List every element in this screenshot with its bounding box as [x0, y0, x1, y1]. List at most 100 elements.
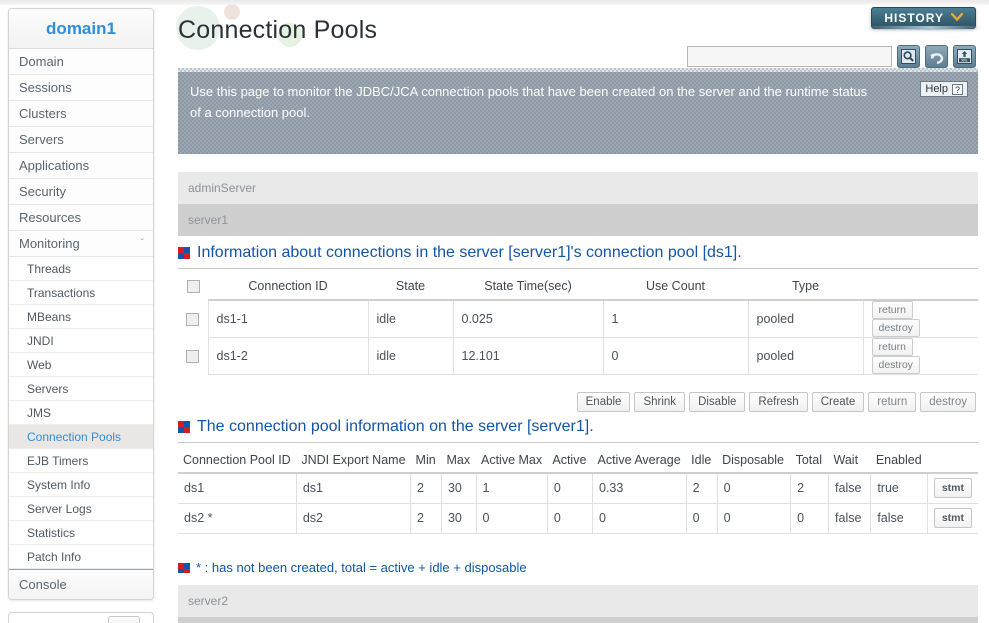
row-destroy-button[interactable]: destroy [871, 356, 920, 374]
section-heading-pool-info: The connection pool information on the s… [178, 418, 594, 436]
cell-active: 0 [546, 473, 594, 504]
column-header-total: Total [790, 447, 829, 474]
sidebar-item-label: Patch Info [27, 550, 82, 564]
refresh-icon[interactable] [925, 45, 948, 68]
server-section-server1[interactable]: server1 [178, 204, 978, 236]
sidebar-item-applications[interactable]: Applications [9, 153, 153, 179]
row-checkbox[interactable] [186, 312, 200, 326]
sidebar-item-statistics[interactable]: Statistics [9, 521, 153, 545]
section-divider [178, 442, 978, 443]
create-button[interactable]: Create [811, 392, 865, 412]
refresh-button[interactable]: Refresh [749, 392, 808, 412]
search-icon[interactable] [897, 45, 920, 68]
sidebar-item-domain[interactable]: Domain [9, 49, 153, 75]
column-header-active-max: Active Max [476, 447, 548, 474]
cell-actions: return destroy [862, 337, 978, 375]
connections-table: Connection ID State State Time(sec) Use … [178, 272, 978, 375]
cell-use-count: 1 [602, 300, 749, 338]
cell-idle: 0 [685, 503, 718, 534]
cell-active-max: 0 [475, 503, 548, 534]
disable-button[interactable]: Disable [689, 392, 746, 412]
xml-export-icon[interactable]: XML [953, 45, 976, 68]
chevron-down-icon [950, 12, 964, 24]
return-button[interactable]: return [868, 392, 917, 412]
sidebar-item-web[interactable]: Web [9, 353, 153, 377]
row-return-button[interactable]: return [871, 301, 913, 319]
select-all-checkbox[interactable] [186, 280, 200, 294]
sidebar-item-security[interactable]: Security [9, 179, 153, 205]
cell-use-count: 0 [602, 337, 749, 375]
column-header-connection-id: Connection ID [208, 272, 368, 301]
cell-connection-id: ds1-2 [207, 337, 369, 375]
table-row: ds1-2 idle 12.101 0 pooled return destro… [178, 337, 978, 375]
cell-pool-actions: stmt [927, 473, 978, 504]
section-marker-icon [178, 421, 190, 433]
cell-idle: 2 [685, 473, 718, 504]
table-footnote: * : has not been created, total = active… [178, 560, 527, 575]
history-button-glow [864, 26, 984, 30]
cell-min: 2 [410, 503, 442, 534]
sidebar-secondary-button[interactable] [108, 616, 140, 623]
sidebar-item-label: Web [27, 358, 52, 372]
table-row: ds1-1 idle 0.025 1 pooled return destroy [178, 300, 978, 338]
column-header-min: Min [410, 447, 442, 474]
footnote-text: * : has not been created, total = active… [196, 560, 527, 575]
domain-title[interactable]: domain1 [9, 9, 153, 49]
sidebar-item-clusters[interactable]: Clusters [9, 101, 153, 127]
sidebar-item-jndi[interactable]: JNDI [9, 329, 153, 353]
help-button-label: Help [925, 83, 948, 95]
cell-type: pooled [747, 300, 864, 338]
column-header-wait: Wait [828, 447, 871, 474]
stmt-button[interactable]: stmt [933, 478, 972, 499]
cell-wait: false [828, 503, 872, 534]
sidebar-item-label: Console [19, 577, 67, 592]
sidebar-item-connection-pools[interactable]: Connection Pools [9, 425, 153, 449]
server-section-adminserver[interactable]: adminServer [178, 172, 978, 204]
sidebar-item-system-info[interactable]: System Info [9, 473, 153, 497]
info-panel-text: Use this page to monitor the JDBC/JCA co… [190, 84, 868, 120]
sidebar-item-resources[interactable]: Resources [9, 205, 153, 231]
cell-min: 2 [410, 473, 442, 504]
sidebar-item-label: Applications [19, 158, 90, 173]
help-button[interactable]: Help ? [920, 81, 968, 97]
cell-max: 30 [440, 503, 477, 534]
destroy-button[interactable]: destroy [920, 392, 976, 412]
sidebar-item-mbeans[interactable]: MBeans [9, 305, 153, 329]
monitoring-submenu: Threads Transactions MBeans JNDI Web Ser… [9, 257, 153, 569]
sidebar-item-servers-monitoring[interactable]: Servers [9, 377, 153, 401]
shrink-button[interactable]: Shrink [634, 392, 686, 412]
cell-actions: return destroy [862, 300, 978, 338]
sidebar-item-patch-info[interactable]: Patch Info [9, 545, 153, 569]
history-button-label: HISTORY [884, 11, 944, 25]
sidebar-item-threads[interactable]: Threads [9, 257, 153, 281]
stmt-button[interactable]: stmt [933, 508, 972, 528]
sidebar-item-label: Server Logs [27, 502, 92, 516]
row-checkbox[interactable] [186, 350, 200, 364]
sidebar-item-ejb-timers[interactable]: EJB Timers [9, 449, 153, 473]
cell-state-time: 12.101 [452, 337, 604, 375]
search-toolbar: XML [687, 45, 976, 68]
sidebar-item-monitoring[interactable]: Monitoring ˇ [9, 231, 153, 257]
row-select-cell [178, 300, 208, 338]
sidebar-item-console[interactable]: Console [9, 571, 153, 599]
row-destroy-button[interactable]: destroy [871, 319, 920, 337]
sidebar-item-label: Security [19, 184, 66, 199]
table-header-row: Connection ID State State Time(sec) Use … [178, 272, 978, 301]
enable-button[interactable]: Enable [576, 392, 631, 412]
sidebar-item-jms[interactable]: JMS [9, 401, 153, 425]
cell-enabled: true [870, 473, 928, 504]
table-row: ds1 ds1 2 30 1 0 0.33 2 0 2 false true s… [178, 473, 978, 504]
sidebar-item-server-logs[interactable]: Server Logs [9, 497, 153, 521]
cell-jndi-name: ds2 [295, 503, 412, 534]
main-content: Connection Pools HISTORY XML Use this pa… [166, 0, 989, 623]
page-title: Connection Pools [178, 16, 378, 44]
server-section-server2[interactable]: server2 [178, 585, 978, 617]
cell-jndi-name: ds1 [295, 473, 412, 504]
cell-active-avg: 0.33 [592, 473, 687, 504]
server-name-label: server1 [188, 213, 229, 227]
sidebar-item-transactions[interactable]: Transactions [9, 281, 153, 305]
sidebar-item-servers[interactable]: Servers [9, 127, 153, 153]
search-input[interactable] [687, 46, 892, 67]
row-return-button[interactable]: return [871, 338, 913, 356]
sidebar-item-sessions[interactable]: Sessions [9, 75, 153, 101]
